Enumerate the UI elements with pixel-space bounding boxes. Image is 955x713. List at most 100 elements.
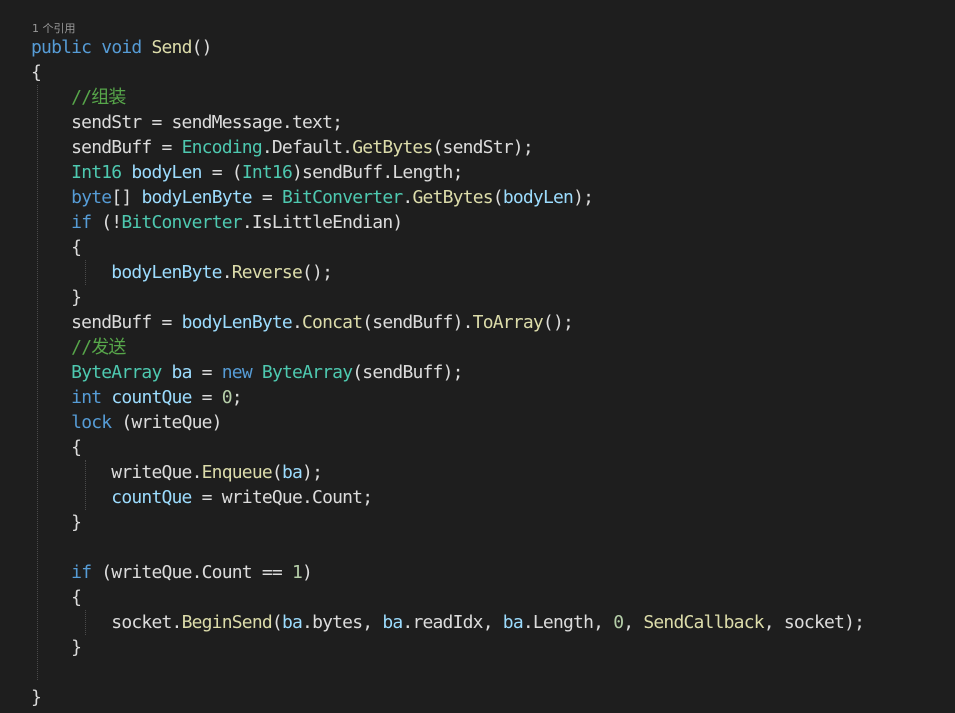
code-line[interactable]: } (31, 685, 42, 710)
code-token: BitConverter (121, 212, 242, 233)
code-line[interactable]: if (!BitConverter.IsLittleEndian) (31, 210, 403, 235)
code-token: = writeQue.Count; (191, 487, 373, 508)
code-token: [] (111, 187, 142, 208)
code-token: () (191, 37, 213, 58)
code-token: Send (151, 37, 192, 58)
code-line[interactable]: } (31, 635, 82, 660)
code-token: sendBuff = (31, 312, 182, 333)
code-line[interactable]: //发送 (31, 335, 126, 360)
code-token: bodyLen (131, 162, 202, 183)
code-line[interactable]: //组装 (31, 85, 126, 110)
code-token: if (71, 212, 92, 233)
code-token: .Default. (261, 137, 353, 158)
code-token: , (623, 612, 644, 633)
code-token: countQue (111, 387, 192, 408)
code-line[interactable]: { (31, 235, 82, 260)
code-token: BitConverter (281, 187, 403, 208)
code-token: Enqueue (201, 462, 273, 483)
code-token: Encoding (181, 137, 263, 158)
code-line[interactable]: if (writeQue.Count == 1) (31, 560, 313, 585)
code-token: ( (271, 612, 283, 633)
code-token: (); (542, 312, 574, 333)
code-token: .readIdx, (402, 612, 503, 633)
code-line[interactable]: { (31, 585, 82, 610)
code-token: ba (281, 612, 303, 633)
code-token: SendCallback (643, 612, 764, 633)
code-token: = (191, 362, 222, 383)
code-token: bodyLenByte (181, 312, 293, 333)
code-token: sendBuff = (31, 137, 182, 158)
code-token: ); (573, 187, 594, 208)
code-token: (sendStr); (432, 137, 534, 158)
code-line[interactable]: sendBuff = bodyLenByte.Concat(sendBuff).… (31, 310, 574, 335)
code-token: { (31, 437, 82, 458)
code-token: (sendBuff); (352, 362, 463, 383)
code-line[interactable]: lock (writeQue) (31, 410, 222, 435)
code-token: ); (302, 462, 323, 483)
code-token: GetBytes (352, 137, 433, 158)
code-line[interactable]: socket.BeginSend(ba.bytes, ba.readIdx, b… (31, 610, 865, 635)
code-editor[interactable]: 1 个引用 public void Send(){ //组装 sendStr =… (0, 0, 955, 713)
code-token: public (31, 37, 92, 58)
code-token: if (71, 562, 92, 583)
code-token: .IsLittleEndian) (241, 212, 403, 233)
code-token: .Length, (522, 612, 614, 633)
code-token: { (31, 237, 82, 258)
code-line[interactable]: sendStr = sendMessage.text; (31, 110, 343, 135)
code-token: . (402, 187, 413, 208)
code-token: 1 (291, 562, 303, 583)
code-token: ToArray (472, 312, 544, 333)
code-token: ; (231, 387, 243, 408)
code-token: countQue (111, 487, 192, 508)
code-token: } (31, 637, 82, 658)
code-token: bodyLenByte (141, 187, 252, 208)
code-token: writeQue. (31, 462, 202, 483)
code-token: ba (502, 612, 524, 633)
code-line[interactable]: byte[] bodyLenByte = BitConverter.GetByt… (31, 185, 594, 210)
code-token: void (101, 37, 142, 58)
code-token: Int16 (241, 162, 293, 183)
codelens-references-link[interactable]: 1 个引用 (32, 20, 76, 36)
code-line[interactable]: writeQue.Enqueue(ba); (31, 460, 323, 485)
code-line[interactable]: { (31, 435, 82, 460)
code-line[interactable]: sendBuff = Encoding.Default.GetBytes(sen… (31, 135, 534, 160)
code-token: { (31, 587, 82, 608)
code-token: BeginSend (181, 612, 273, 633)
code-token: } (31, 287, 82, 308)
code-line[interactable]: bodyLenByte.Reverse(); (31, 260, 333, 285)
code-token: = (191, 387, 222, 408)
code-token: } (31, 512, 82, 533)
code-token: ba (171, 362, 193, 383)
code-token: Int16 (71, 162, 122, 183)
code-token: , socket); (763, 612, 865, 633)
code-token: Concat (302, 312, 363, 333)
code-token: = ( (201, 162, 243, 183)
code-line[interactable]: int countQue = 0; (31, 385, 242, 410)
code-token: ba (281, 462, 303, 483)
code-token: ByteArray (261, 362, 353, 383)
code-line[interactable]: ByteArray ba = new ByteArray(sendBuff); (31, 360, 463, 385)
code-token: (writeQue) (111, 412, 222, 433)
code-line[interactable]: public void Send() (31, 35, 213, 60)
code-line[interactable]: } (31, 510, 82, 535)
code-line[interactable]: { (31, 60, 42, 85)
code-token: new (221, 362, 253, 383)
code-token: = (251, 187, 282, 208)
code-token: { (31, 62, 42, 83)
code-line[interactable]: countQue = writeQue.Count; (31, 485, 373, 510)
code-line[interactable]: Int16 bodyLen = (Int16)sendBuff.Length; (31, 160, 463, 185)
code-token: socket. (31, 612, 182, 633)
code-token: ba (382, 612, 403, 633)
code-line[interactable]: } (31, 285, 82, 310)
